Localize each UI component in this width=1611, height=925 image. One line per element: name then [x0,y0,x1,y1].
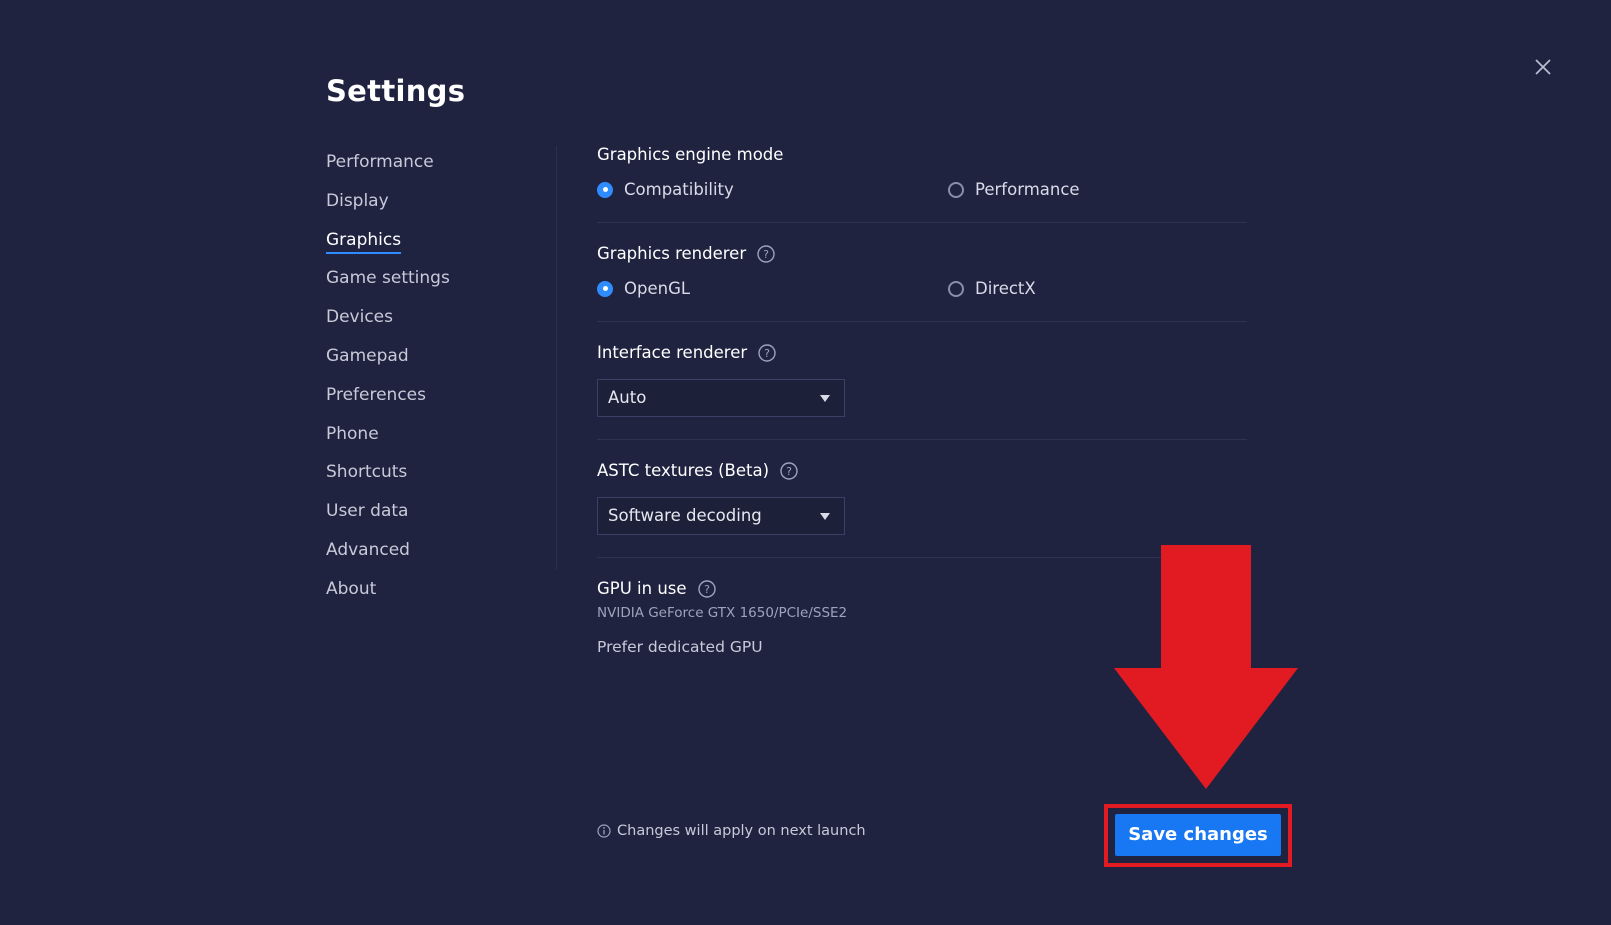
sidebar-item-user-data[interactable]: User data [326,495,526,534]
sidebar-item-game-settings[interactable]: Game settings [326,262,526,301]
section-divider [597,222,1247,223]
radio-compatibility[interactable]: Compatibility [597,180,734,199]
radio-label: OpenGL [624,279,691,298]
sidebar-divider [556,146,557,570]
help-icon[interactable]: ? [757,244,775,263]
radio-directx[interactable]: DirectX [948,279,1036,298]
close-icon [1535,59,1551,75]
graphics-engine-mode-label: Graphics engine mode [597,145,783,164]
sidebar-item-label: Performance [326,152,434,172]
settings-sidebar: Performance Display Graphics Game settin… [326,146,526,612]
section-divider [597,439,1247,440]
select-value: Auto [608,388,647,407]
page-title: Settings [326,74,466,108]
sidebar-item-label: Display [326,190,389,211]
sidebar-item-shortcuts[interactable]: Shortcuts [326,456,526,495]
help-icon[interactable]: ? [697,579,716,598]
close-button[interactable] [1529,53,1557,81]
sidebar-item-devices[interactable]: Devices [326,301,526,340]
sidebar-item-performance[interactable]: Performance [326,146,526,185]
svg-text:?: ? [764,347,770,360]
interface-renderer-select[interactable]: Auto [597,379,845,417]
astc-textures-select[interactable]: Software decoding [597,497,845,535]
sidebar-item-about[interactable]: About [326,573,526,612]
sidebar-item-label: Gamepad [326,345,409,366]
svg-text:?: ? [786,465,792,478]
sidebar-item-label: Phone [326,423,379,444]
prefer-dedicated-gpu[interactable]: Prefer dedicated GPU [597,638,763,656]
graphics-engine-mode-text: Graphics engine mode [597,145,784,164]
sidebar-item-label: Devices [326,307,393,328]
sidebar-item-label: Preferences [326,384,426,405]
interface-renderer-label: Interface renderer ? [597,343,776,362]
radio-unchecked-icon [948,280,964,297]
info-icon [597,824,611,838]
sidebar-item-label: User data [326,501,409,522]
radio-checked-icon [597,181,613,198]
radio-label: DirectX [975,279,1036,298]
sidebar-item-label: About [326,578,377,599]
section-divider [597,321,1247,322]
restart-note: Changes will apply on next launch [597,823,866,839]
restart-note-text: Changes will apply on next launch [617,823,866,839]
sidebar-item-label: Advanced [326,539,410,560]
gpu-name: NVIDIA GeForce GTX 1650/PCIe/SSE2 [597,605,848,621]
svg-text:?: ? [704,583,710,596]
help-icon[interactable]: ? [758,343,776,362]
astc-textures-text: ASTC textures (Beta) [597,461,770,480]
help-icon[interactable]: ? [780,461,798,480]
save-changes-button[interactable]: Save changes [1115,814,1281,856]
radio-opengl[interactable]: OpenGL [597,279,690,298]
sidebar-item-label: Game settings [326,268,450,289]
svg-text:?: ? [763,248,769,261]
radio-performance[interactable]: Performance [948,180,1080,199]
sidebar-item-display[interactable]: Display [326,185,526,224]
sidebar-item-gamepad[interactable]: Gamepad [326,340,526,379]
sidebar-item-label: Shortcuts [326,462,408,483]
astc-textures-label: ASTC textures (Beta) ? [597,461,798,480]
graphics-renderer-options: OpenGL DirectX [597,279,1247,303]
radio-checked-icon [597,280,613,297]
gpu-in-use-text: GPU in use [597,579,687,598]
select-value: Software decoding [608,506,762,525]
chevron-down-icon [820,395,830,402]
chevron-down-icon [820,513,830,520]
settings-page: Settings Performance Display Graphics Ga… [0,0,1611,925]
sidebar-item-preferences[interactable]: Preferences [326,379,526,418]
gpu-in-use-label: GPU in use ? [597,579,716,598]
graphics-renderer-label: Graphics renderer ? [597,244,775,263]
down-arrow-annotation [1114,545,1298,789]
graphics-engine-mode-options: Compatibility Performance [597,180,1247,204]
sidebar-item-graphics[interactable]: Graphics [326,224,526,263]
radio-label: Compatibility [624,180,734,199]
interface-renderer-text: Interface renderer [597,343,748,362]
sidebar-item-phone[interactable]: Phone [326,418,526,457]
graphics-renderer-text: Graphics renderer [597,244,747,263]
radio-unchecked-icon [948,181,964,198]
sidebar-item-advanced[interactable]: Advanced [326,534,526,573]
sidebar-item-label: Graphics [326,224,402,254]
radio-label: Performance [975,180,1080,199]
